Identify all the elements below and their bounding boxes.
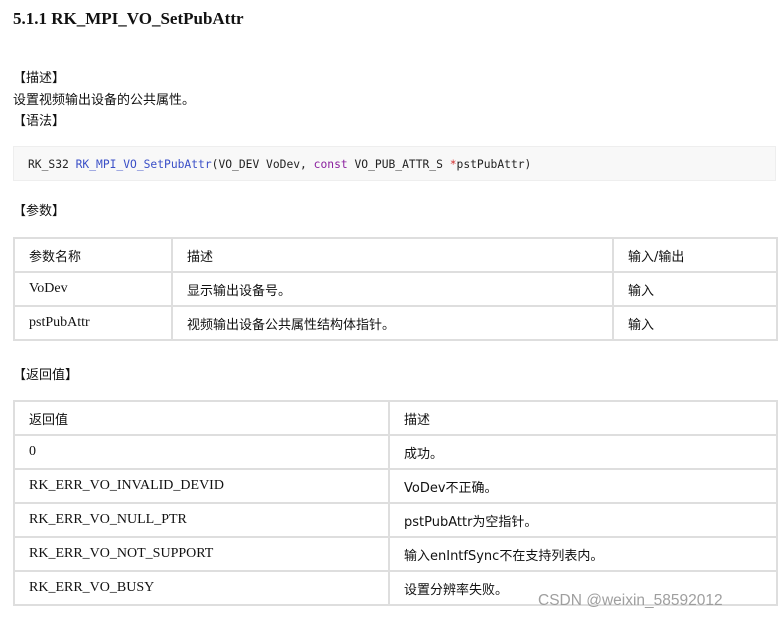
syntax-label: 【语法】 [13, 114, 66, 129]
params-header-desc: 描述 [171, 237, 614, 273]
params-header-name: 参数名称 [13, 237, 173, 273]
code-return-type: RK_S32 [28, 158, 76, 171]
params-header-io: 输入/输出 [612, 237, 778, 273]
table-row: RK_ERR_VO_NULL_PTR pstPubAttr为空指针。 [13, 502, 778, 538]
param-name-cell: pstPubAttr [13, 305, 173, 341]
csdn-watermark: CSDN @weixin_58592012 [538, 592, 723, 609]
returns-table: 返回值 描述 0 成功。 RK_ERR_VO_INVALID_DEVID VoD… [13, 400, 778, 606]
params-label: 【参数】 [13, 204, 66, 219]
description-text: 设置视频输出设备的公共属性。 [13, 93, 196, 108]
return-value-cell: RK_ERR_VO_INVALID_DEVID [13, 468, 390, 504]
table-row: VoDev 显示输出设备号。 输入 [13, 271, 778, 307]
description-label: 【描述】 [13, 71, 66, 86]
params-table: 参数名称 描述 输入/输出 VoDev 显示输出设备号。 输入 pstPubAt… [13, 237, 778, 341]
returns-header-desc: 描述 [388, 400, 778, 436]
return-value-cell: RK_ERR_VO_NULL_PTR [13, 502, 390, 538]
table-row: pstPubAttr 视频输出设备公共属性结构体指针。 输入 [13, 305, 778, 341]
return-desc-cell: 成功。 [388, 434, 778, 470]
param-desc-cell: 显示输出设备号。 [171, 271, 614, 307]
table-row: RK_ERR_VO_NOT_SUPPORT 输入enIntfSync不在支持列表… [13, 536, 778, 572]
code-keyword-const: const [313, 158, 348, 171]
param-name-cell: VoDev [13, 271, 173, 307]
param-desc-cell: 视频输出设备公共属性结构体指针。 [171, 305, 614, 341]
return-desc-cell: pstPubAttr为空指针。 [388, 502, 778, 538]
params-header-row: 参数名称 描述 输入/输出 [13, 237, 778, 273]
returns-label: 【返回值】 [13, 368, 79, 383]
syntax-code-block: RK_S32 RK_MPI_VO_SetPubAttr(VO_DEV VoDev… [13, 146, 776, 181]
code-function-name: RK_MPI_VO_SetPubAttr [75, 158, 212, 171]
return-desc-cell: VoDev不正确。 [388, 468, 778, 504]
section-title: 5.1.1 RK_MPI_VO_SetPubAttr [13, 9, 244, 28]
return-value-cell: 0 [13, 434, 390, 470]
return-desc-cell: 输入enIntfSync不在支持列表内。 [388, 536, 778, 572]
document-page: 5.1.1 RK_MPI_VO_SetPubAttr 【描述】 设置视频输出设备… [0, 0, 784, 621]
return-value-cell: RK_ERR_VO_BUSY [13, 570, 390, 606]
param-io-cell: 输入 [612, 305, 778, 341]
table-row: 0 成功。 [13, 434, 778, 470]
returns-header-row: 返回值 描述 [13, 400, 778, 436]
returns-header-value: 返回值 [13, 400, 390, 436]
code-params-open: (VO_DEV VoDev, [211, 158, 314, 171]
code-type: VO_PUB_ATTR_S [347, 158, 450, 171]
param-io-cell: 输入 [612, 271, 778, 307]
table-row: RK_ERR_VO_INVALID_DEVID VoDev不正确。 [13, 468, 778, 504]
code-params-close: pstPubAttr) [456, 158, 532, 171]
return-value-cell: RK_ERR_VO_NOT_SUPPORT [13, 536, 390, 572]
code-pointer-star: * [449, 158, 457, 171]
